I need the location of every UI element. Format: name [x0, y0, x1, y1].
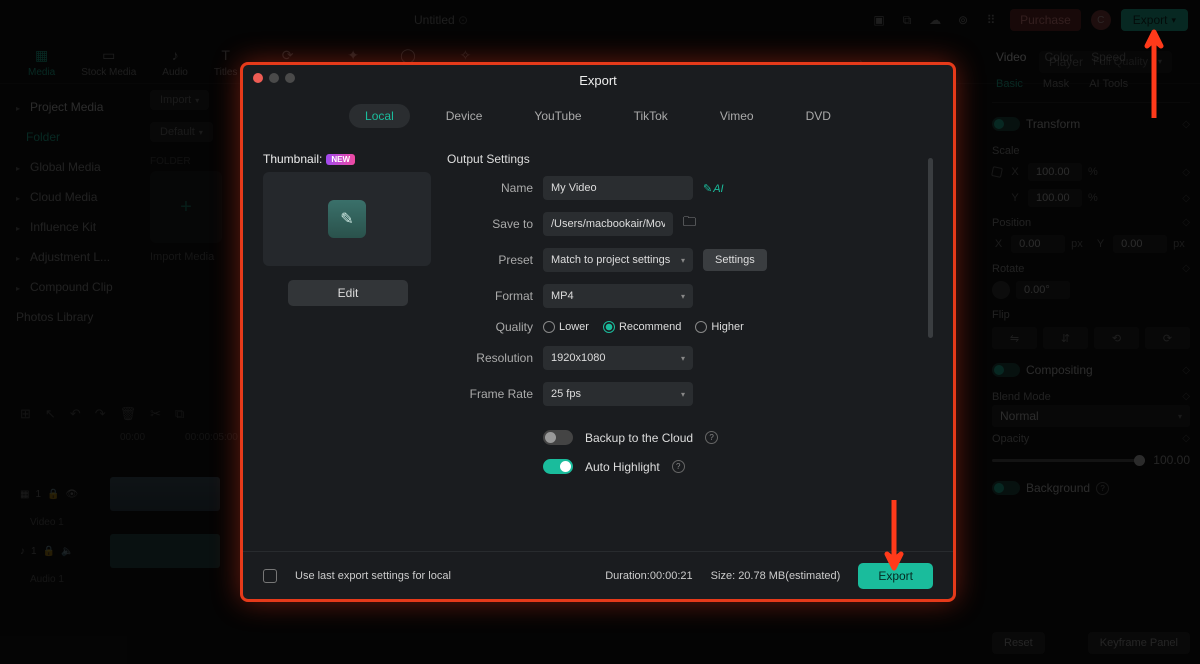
auto-highlight-switch[interactable] [543, 459, 573, 474]
export-tab-tiktok[interactable]: TikTok [618, 104, 684, 128]
ai-icon[interactable]: AI [703, 182, 724, 195]
export-tab-device[interactable]: Device [430, 104, 499, 128]
backup-cloud-switch[interactable] [543, 430, 573, 445]
thumbnail-preview[interactable]: ✎ [263, 172, 431, 266]
export-modal: Export Local Device YouTube TikTok Vimeo… [240, 62, 956, 602]
format-select[interactable]: MP4 [543, 284, 693, 308]
export-confirm-button[interactable]: Export [858, 563, 933, 589]
edit-thumbnail-button[interactable]: Edit [288, 280, 408, 306]
export-tab-youtube[interactable]: YouTube [518, 104, 597, 128]
quality-higher-radio[interactable]: Higher [695, 321, 743, 333]
quality-recommend-radio[interactable]: Recommend [603, 321, 681, 333]
framerate-select[interactable]: 25 fps [543, 382, 693, 406]
use-last-settings-label: Use last export settings for local [295, 570, 451, 582]
settings-button[interactable]: Settings [703, 249, 767, 271]
modal-title: Export [243, 65, 953, 94]
window-min-icon[interactable] [269, 73, 279, 83]
name-label: Name [447, 181, 533, 195]
export-tab-vimeo[interactable]: Vimeo [704, 104, 770, 128]
resolution-label: Resolution [447, 351, 533, 365]
duration-text: Duration:00:00:21 [605, 570, 692, 582]
quality-label: Quality [447, 320, 533, 334]
resolution-select[interactable]: 1920x1080 [543, 346, 693, 370]
window-close-icon[interactable] [253, 73, 263, 83]
new-badge: NEW [326, 154, 355, 165]
save-to-input[interactable] [543, 212, 673, 236]
scrollbar[interactable] [928, 158, 933, 338]
format-label: Format [447, 289, 533, 303]
save-to-label: Save to [447, 217, 533, 231]
help-icon[interactable]: ? [672, 460, 685, 473]
output-settings-label: Output Settings [447, 152, 919, 176]
name-input[interactable] [543, 176, 693, 200]
thumbnail-label: Thumbnail: [263, 152, 322, 166]
use-last-settings-checkbox[interactable] [263, 569, 277, 583]
pencil-icon: ✎ [340, 209, 353, 229]
preset-select[interactable]: Match to project settings [543, 248, 693, 272]
framerate-label: Frame Rate [447, 387, 533, 401]
auto-highlight-label: Auto Highlight [585, 460, 660, 474]
help-icon[interactable]: ? [705, 431, 718, 444]
backup-cloud-label: Backup to the Cloud [585, 431, 693, 445]
folder-icon[interactable]: 🗀 [683, 213, 696, 235]
export-tab-dvd[interactable]: DVD [790, 104, 847, 128]
quality-lower-radio[interactable]: Lower [543, 321, 589, 333]
export-tab-local[interactable]: Local [349, 104, 410, 128]
size-text: Size: 20.78 MB(estimated) [711, 570, 841, 582]
window-max-icon[interactable] [285, 73, 295, 83]
preset-label: Preset [447, 253, 533, 267]
